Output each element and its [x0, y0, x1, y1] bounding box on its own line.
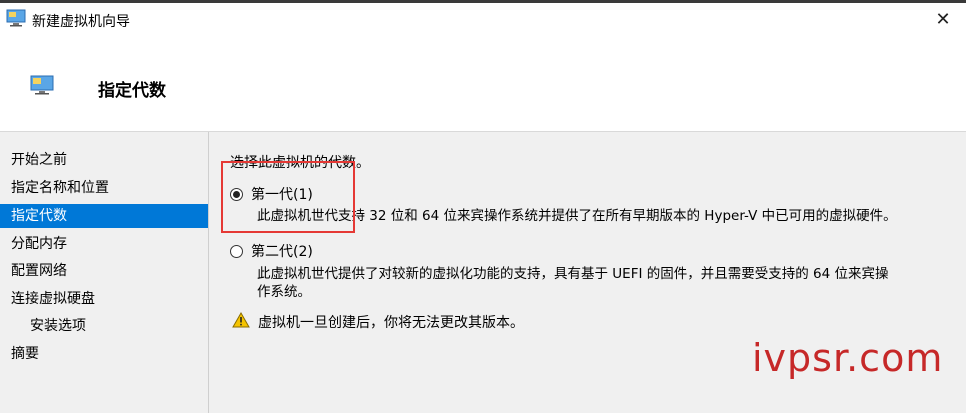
- gen2-option[interactable]: 第二代(2): [230, 241, 313, 261]
- gen2-description-line2: 作系统。: [257, 284, 311, 300]
- warning-triangle-icon: [232, 311, 250, 332]
- step-assign-memory[interactable]: 分配内存: [0, 232, 208, 256]
- title-bar: 新建虚拟机向导 ✕: [0, 3, 966, 35]
- wizard-step-list: 开始之前 指定名称和位置 指定代数 分配内存 配置网络 连接虚拟硬盘 安装选项 …: [0, 132, 209, 413]
- warning-text: 虚拟机一旦创建后，你将无法更改其版本。: [258, 315, 524, 331]
- wizard-header: 指定代数: [0, 35, 966, 132]
- close-icon: ✕: [935, 8, 951, 30]
- step-configure-network[interactable]: 配置网络: [0, 259, 208, 283]
- gen2-label: 第二代(2): [251, 244, 313, 260]
- step-install-options[interactable]: 安装选项: [0, 314, 208, 338]
- step-before-you-begin[interactable]: 开始之前: [0, 148, 208, 172]
- page-title: 指定代数: [98, 81, 166, 101]
- version-warning: 虚拟机一旦创建后，你将无法更改其版本。: [232, 311, 524, 332]
- monitor-icon: [6, 9, 26, 27]
- step-summary[interactable]: 摘要: [0, 342, 208, 366]
- gen2-description-line1: 此虚拟机世代提供了对较新的虚拟化功能的支持，具有基于 UEFI 的固件，并且需要…: [257, 266, 889, 282]
- gen2-radio[interactable]: [230, 244, 243, 258]
- step-specify-generation[interactable]: 指定代数: [0, 204, 208, 228]
- watermark: ivpsr.com: [752, 336, 944, 380]
- highlight-box: [221, 161, 355, 233]
- step-connect-vhd[interactable]: 连接虚拟硬盘: [0, 287, 208, 311]
- step-name-location[interactable]: 指定名称和位置: [0, 176, 208, 200]
- window-title: 新建虚拟机向导: [32, 14, 130, 30]
- monitor-icon: [30, 75, 54, 95]
- close-button[interactable]: ✕: [920, 3, 966, 35]
